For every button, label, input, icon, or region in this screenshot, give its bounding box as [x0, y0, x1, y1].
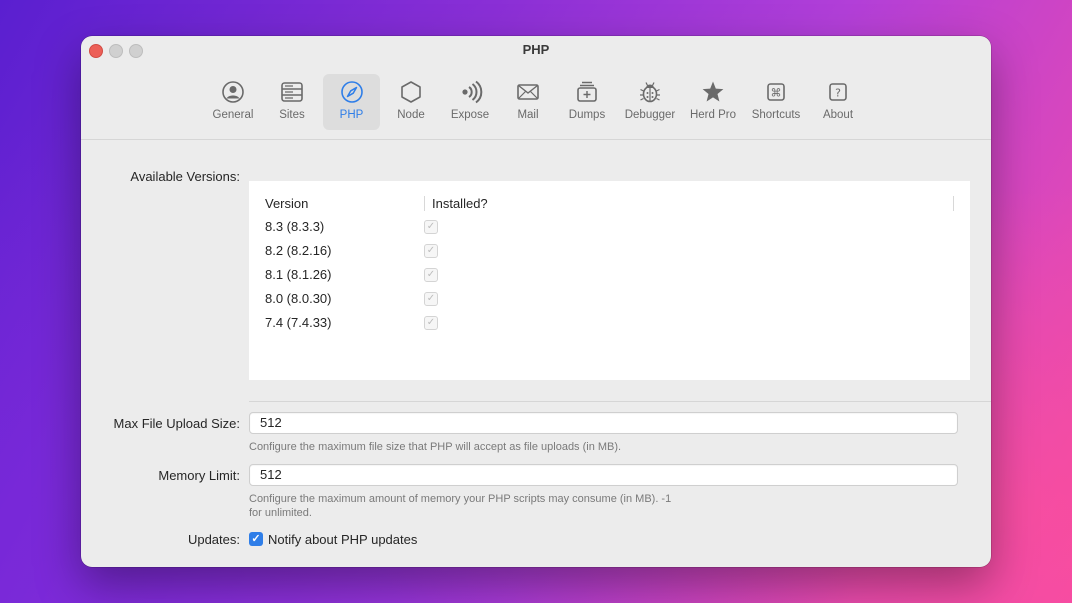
server-stack-icon — [279, 79, 305, 105]
column-separator — [953, 196, 954, 211]
version-cell: 8.3 (8.3.3) — [265, 219, 325, 234]
compass-icon — [339, 79, 365, 105]
column-header-installed[interactable]: Installed? — [432, 196, 488, 211]
notify-updates-checkbox[interactable]: ✓ — [249, 532, 263, 546]
tray-stack-icon — [574, 79, 600, 105]
tab-debugger[interactable]: Debugger — [620, 74, 680, 130]
upload-size-field[interactable]: 512 — [249, 412, 958, 434]
tab-dumps[interactable]: Dumps — [560, 74, 614, 130]
person-circle-icon — [220, 79, 246, 105]
tab-herd-pro[interactable]: Herd Pro — [685, 74, 741, 130]
section-divider — [249, 401, 991, 402]
memory-limit-help: Configure the maximum amount of memory y… — [249, 493, 672, 519]
upload-size-help: Configure the maximum file size that PHP… — [249, 441, 622, 453]
tab-mail[interactable]: Mail — [502, 74, 554, 130]
broadcast-waves-icon — [457, 79, 483, 105]
version-cell: 8.0 (8.0.30) — [265, 291, 332, 306]
table-row[interactable]: 8.0 (8.0.30) ✓ — [249, 287, 970, 311]
versions-table: Version Installed? 8.3 (8.3.3) ✓ 8.2 (8.… — [249, 181, 970, 380]
installed-checkbox: ✓ — [424, 316, 438, 330]
installed-checkbox: ✓ — [424, 244, 438, 258]
tab-node[interactable]: Node — [384, 74, 438, 130]
command-key-icon: ⌘ — [763, 79, 789, 105]
column-header-version[interactable]: Version — [265, 196, 308, 211]
ladybug-icon — [637, 79, 663, 105]
installed-checkbox: ✓ — [424, 292, 438, 306]
hexagon-icon — [398, 79, 424, 105]
table-row[interactable]: 7.4 (7.4.33) ✓ — [249, 311, 970, 335]
tab-shortcuts[interactable]: ⌘ Shortcuts — [747, 74, 805, 130]
star-icon — [700, 79, 726, 105]
window-title: PHP — [522, 42, 550, 57]
tab-sites[interactable]: Sites — [265, 74, 319, 130]
upload-size-label: Max File Upload Size: — [113, 416, 240, 431]
updates-label: Updates: — [187, 532, 240, 547]
tab-php[interactable]: PHP — [323, 74, 380, 130]
version-cell: 8.2 (8.2.16) — [265, 243, 332, 258]
svg-text:?: ? — [835, 87, 841, 100]
svg-text:⌘: ⌘ — [771, 87, 782, 100]
version-cell: 7.4 (7.4.33) — [265, 315, 332, 330]
title-bar: PHP — [81, 36, 991, 66]
notify-updates-label[interactable]: Notify about PHP updates — [268, 532, 417, 547]
tab-general[interactable]: General — [205, 74, 261, 130]
table-row[interactable]: 8.1 (8.1.26) ✓ — [249, 263, 970, 287]
available-versions-label: Available Versions: — [130, 169, 240, 184]
preferences-window: PHP General Sites PHP Node Expose Mail D… — [81, 36, 991, 567]
memory-limit-label: Memory Limit: — [158, 468, 240, 483]
column-separator — [424, 196, 425, 211]
memory-limit-field[interactable]: 512 — [249, 464, 958, 486]
table-row[interactable]: 8.2 (8.2.16) ✓ — [249, 239, 970, 263]
envelope-icon — [515, 79, 541, 105]
question-square-icon: ? — [825, 79, 851, 105]
installed-checkbox: ✓ — [424, 268, 438, 282]
table-row[interactable]: 8.3 (8.3.3) ✓ — [249, 215, 970, 239]
version-cell: 8.1 (8.1.26) — [265, 267, 332, 282]
tab-about[interactable]: ? About — [812, 74, 864, 130]
installed-checkbox: ✓ — [424, 220, 438, 234]
preferences-toolbar: General Sites PHP Node Expose Mail Dumps… — [81, 66, 991, 140]
tab-expose[interactable]: Expose — [442, 74, 498, 130]
